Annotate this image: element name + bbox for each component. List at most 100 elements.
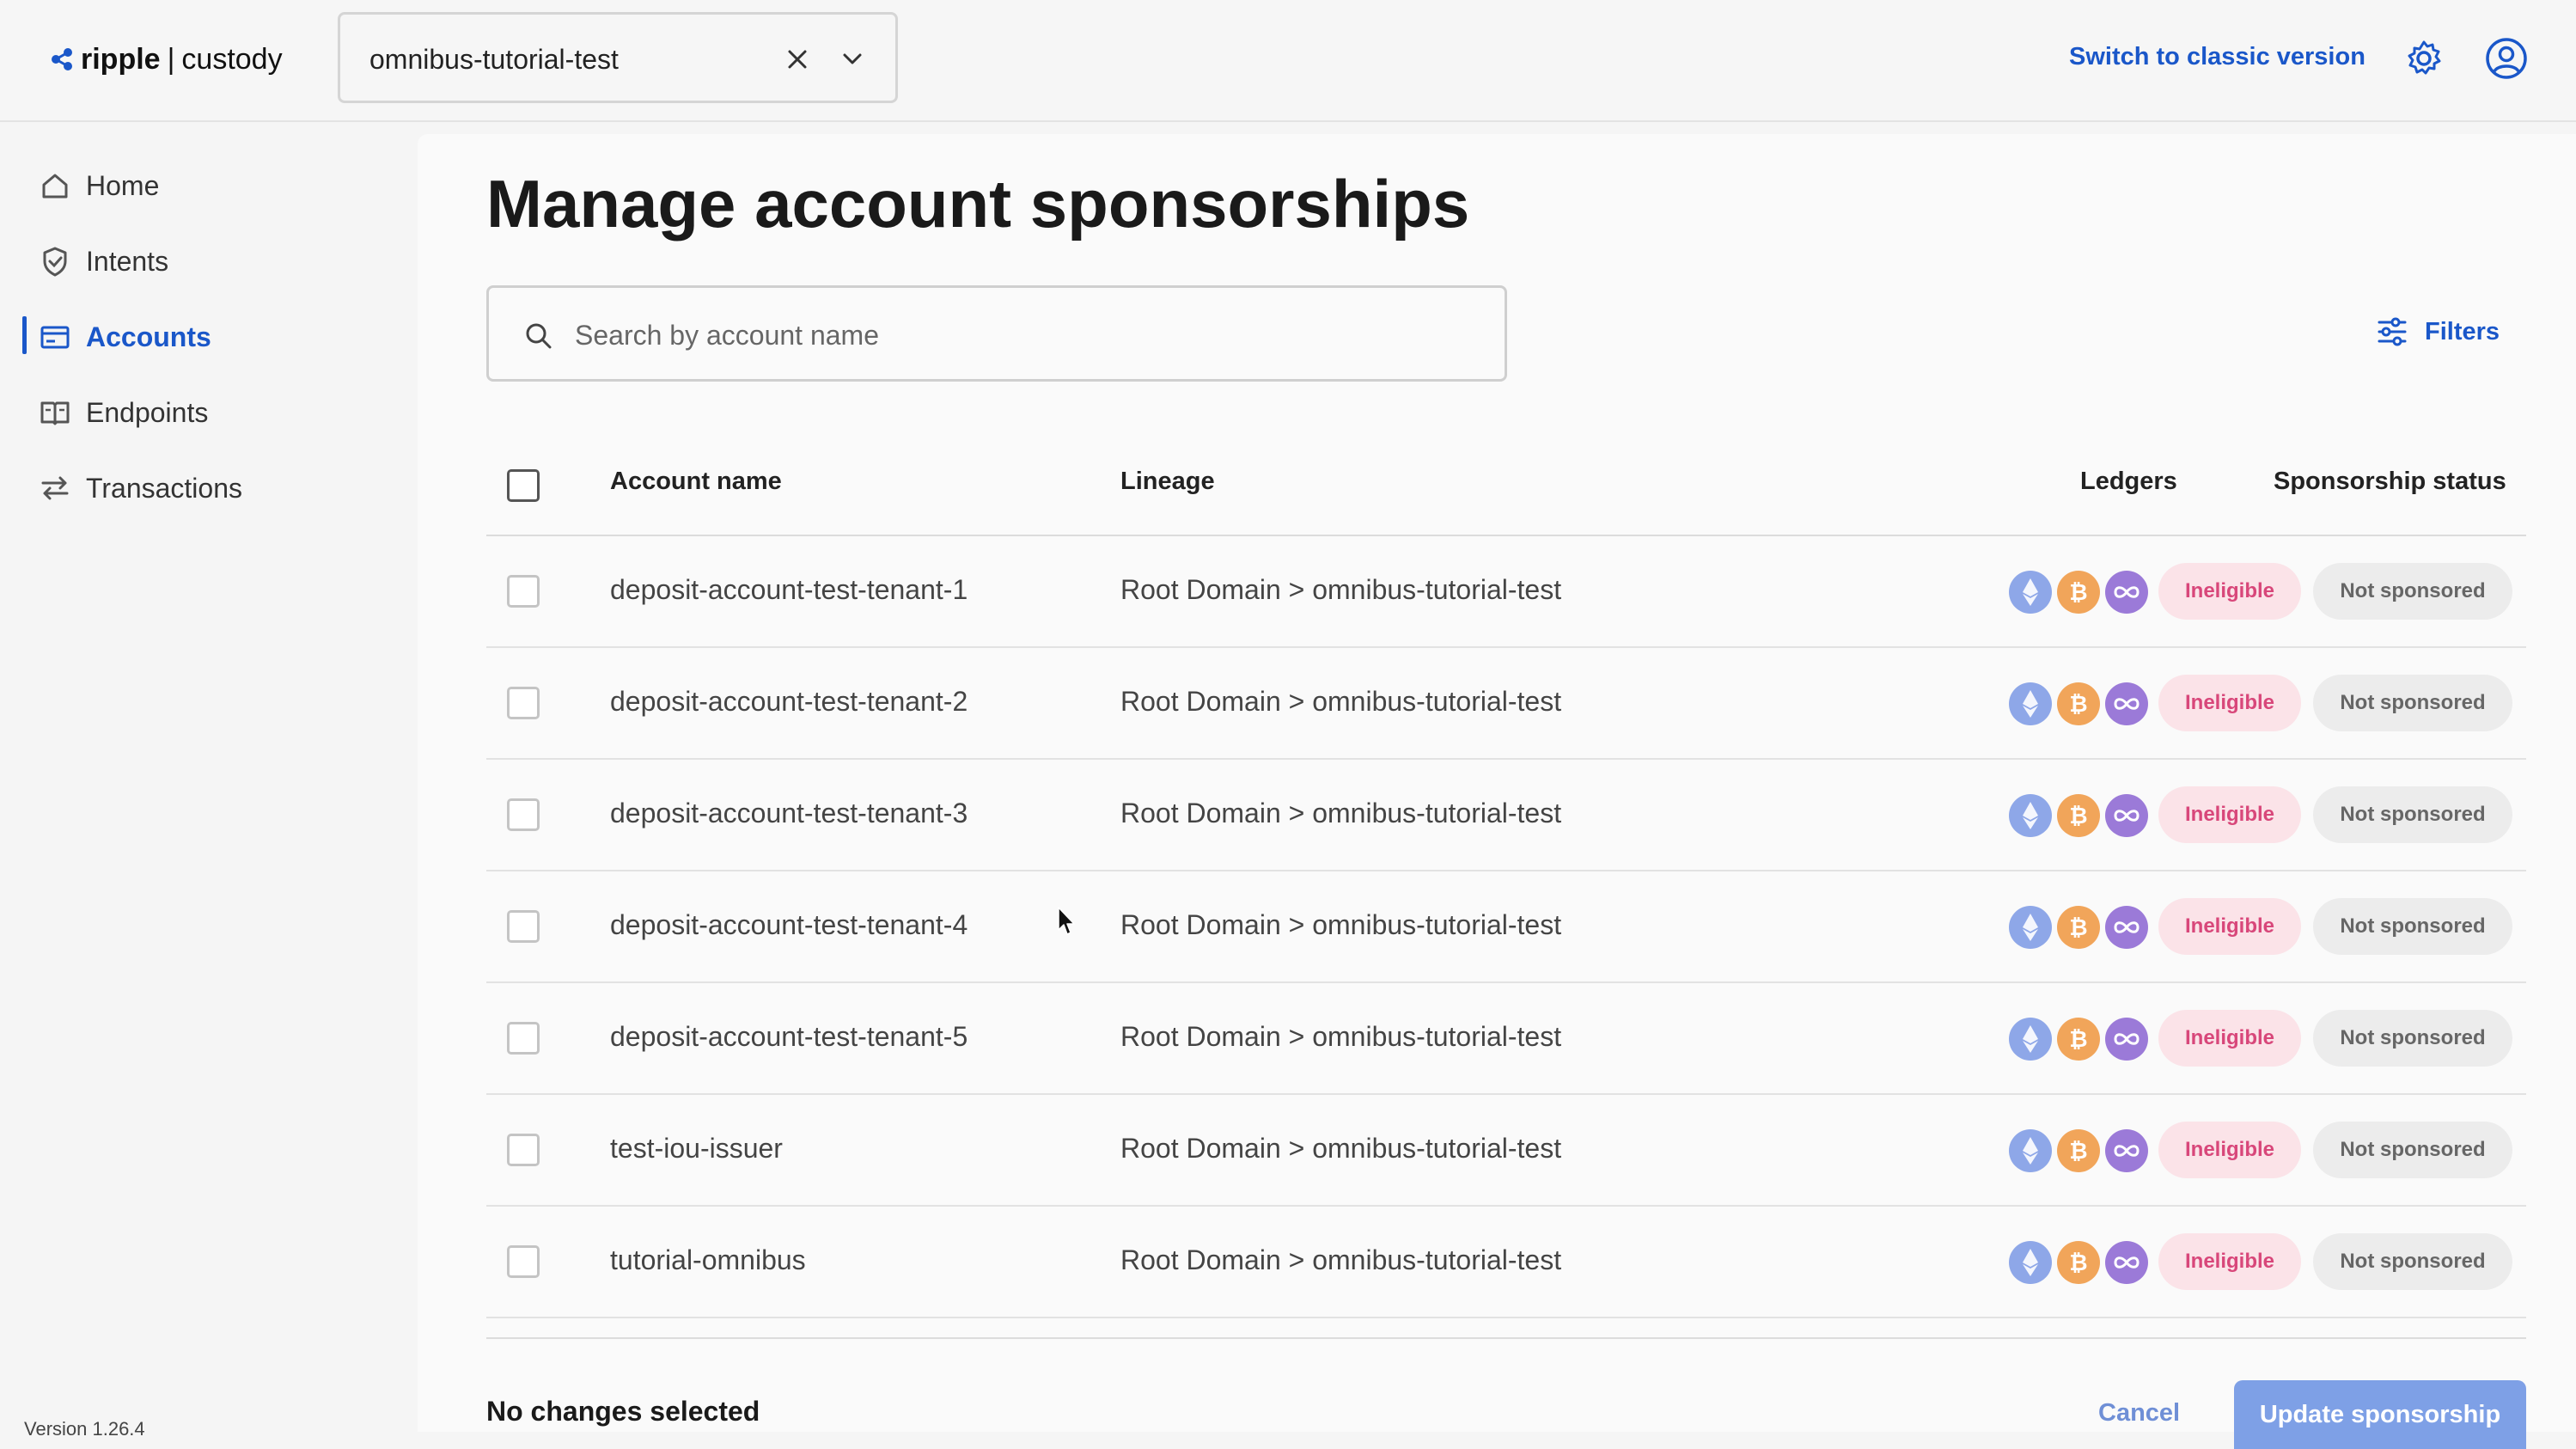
top-bar: ripple | custody omnibus-tutorial-test S… (0, 0, 2576, 122)
user-icon[interactable] (2484, 36, 2529, 81)
table-row[interactable]: deposit-account-test-tenant-1 Root Domai… (486, 536, 2526, 648)
row-checkbox[interactable] (507, 687, 540, 719)
account-name-cell: deposit-account-test-tenant-1 (610, 574, 968, 605)
ethereum-icon (2009, 571, 2052, 614)
ethereum-icon (2009, 1241, 2052, 1284)
filter-sliders-icon (2378, 317, 2407, 346)
search-icon (526, 323, 552, 349)
ethereum-icon (2009, 906, 2052, 949)
switch-to-classic-link[interactable]: Switch to classic version (2069, 43, 2365, 71)
sidebar-item-accounts[interactable]: Accounts (0, 311, 416, 363)
sidebar-item-label: Home (86, 169, 160, 201)
row-checkbox[interactable] (507, 798, 540, 831)
account-name-cell: deposit-account-test-tenant-4 (610, 909, 968, 940)
sponsorship-status-badge: Not sponsored (2313, 1122, 2512, 1178)
eligibility-badge: Ineligible (2158, 1010, 2301, 1067)
row-checkbox[interactable] (507, 910, 540, 943)
sidebar-item-intents[interactable]: Intents (0, 235, 416, 287)
svg-text:₿: ₿ (2069, 1250, 2087, 1276)
account-name-cell: deposit-account-test-tenant-2 (610, 686, 968, 717)
sidebar-item-transactions[interactable]: Transactions (0, 462, 416, 514)
table-row[interactable]: test-iou-issuer Root Domain > omnibus-tu… (486, 1095, 2526, 1207)
ledger-icons: ₿ (2009, 682, 2153, 725)
table-row[interactable]: deposit-account-test-tenant-5 Root Domai… (486, 983, 2526, 1095)
account-name-cell: tutorial-omnibus (610, 1244, 806, 1275)
lineage-cell: Root Domain > omnibus-tutorial-test (1120, 1021, 1562, 1052)
wallet-icon (40, 326, 70, 349)
lineage-cell: Root Domain > omnibus-tutorial-test (1120, 909, 1562, 940)
row-checkbox[interactable] (507, 1245, 540, 1278)
lineage-cell: Root Domain > omnibus-tutorial-test (1120, 574, 1562, 605)
eligibility-badge: Ineligible (2158, 1233, 2301, 1290)
column-header-lineage[interactable]: Lineage (1120, 468, 1215, 496)
sponsorship-status-badge: Not sponsored (2313, 898, 2512, 955)
eligibility-badge: Ineligible (2158, 563, 2301, 620)
tezos-icon (2105, 571, 2148, 614)
sidebar-item-home[interactable]: Home (0, 160, 416, 211)
column-header-account-name[interactable]: Account name (610, 468, 782, 496)
sidebar-item-label: Endpoints (86, 396, 209, 428)
shield-check-icon (43, 247, 67, 277)
bitcoin-icon: ₿ (2057, 794, 2100, 837)
svg-text:₿: ₿ (2069, 580, 2087, 606)
sidebar-item-endpoints[interactable]: Endpoints (0, 387, 416, 438)
table-row[interactable]: tutorial-omnibus Root Domain > omnibus-t… (486, 1207, 2526, 1318)
ethereum-icon (2009, 682, 2052, 725)
tenant-selector[interactable]: omnibus-tutorial-test (338, 12, 898, 103)
eligibility-badge: Ineligible (2158, 1122, 2301, 1178)
close-icon[interactable] (780, 42, 815, 76)
svg-text:₿: ₿ (2069, 915, 2087, 941)
search-box[interactable] (486, 285, 1507, 382)
select-all-checkbox[interactable] (507, 469, 540, 502)
column-header-sponsorship-status[interactable]: Sponsorship status (2274, 468, 2506, 496)
tezos-icon (2105, 906, 2148, 949)
tezos-icon (2105, 794, 2148, 837)
account-name-cell: test-iou-issuer (610, 1133, 783, 1164)
svg-text:₿: ₿ (2069, 804, 2087, 829)
account-name-cell: deposit-account-test-tenant-3 (610, 798, 968, 828)
ethereum-icon (2009, 1018, 2052, 1061)
ethereum-icon (2009, 794, 2052, 837)
eligibility-badge: Ineligible (2158, 675, 2301, 731)
bitcoin-icon: ₿ (2057, 906, 2100, 949)
row-checkbox[interactable] (507, 1022, 540, 1055)
accounts-table: Account name Lineage Ledgers Sponsorship… (486, 438, 2526, 1318)
lineage-cell: Root Domain > omnibus-tutorial-test (1120, 1244, 1562, 1275)
chevron-down-icon[interactable] (835, 42, 870, 76)
table-row[interactable]: deposit-account-test-tenant-2 Root Domai… (486, 648, 2526, 760)
eligibility-badge: Ineligible (2158, 786, 2301, 843)
sponsorship-status-badge: Not sponsored (2313, 675, 2512, 731)
sidebar-item-label: Intents (86, 245, 169, 277)
ledger-icons: ₿ (2009, 571, 2153, 614)
search-input[interactable] (573, 309, 1470, 362)
account-name-cell: deposit-account-test-tenant-5 (610, 1021, 968, 1052)
version-label: Version 1.26.4 (24, 1418, 145, 1440)
sponsorship-status-badge: Not sponsored (2313, 563, 2512, 620)
gear-icon[interactable] (2403, 38, 2445, 79)
ripple-custody-logo[interactable]: ripple | custody (48, 38, 283, 81)
ledger-icons: ₿ (2009, 1129, 2153, 1172)
eligibility-badge: Ineligible (2158, 898, 2301, 955)
lineage-cell: Root Domain > omnibus-tutorial-test (1120, 686, 1562, 717)
filters-button[interactable]: Filters (2375, 315, 2500, 349)
row-checkbox[interactable] (507, 575, 540, 608)
ledger-icons: ₿ (2009, 1241, 2153, 1284)
bitcoin-icon: ₿ (2057, 1129, 2100, 1172)
active-indicator (22, 316, 27, 354)
ledger-icons: ₿ (2009, 906, 2153, 949)
table-row[interactable]: deposit-account-test-tenant-4 Root Domai… (486, 871, 2526, 983)
sponsorship-status-badge: Not sponsored (2313, 786, 2512, 843)
ethereum-icon (2009, 1129, 2052, 1172)
bitcoin-icon: ₿ (2057, 571, 2100, 614)
cancel-button[interactable]: Cancel (2098, 1399, 2180, 1428)
update-sponsorship-button[interactable]: Update sponsorship (2234, 1380, 2526, 1449)
bitcoin-icon: ₿ (2057, 1241, 2100, 1284)
transfer-icon (41, 476, 69, 500)
row-checkbox[interactable] (507, 1134, 540, 1166)
logo-name: ripple (81, 42, 161, 76)
table-header: Account name Lineage Ledgers Sponsorship… (486, 438, 2526, 536)
page-title: Manage account sponsorships (486, 166, 1470, 242)
footer-divider (486, 1337, 2526, 1339)
table-row[interactable]: deposit-account-test-tenant-3 Root Domai… (486, 760, 2526, 871)
tezos-icon (2105, 1241, 2148, 1284)
